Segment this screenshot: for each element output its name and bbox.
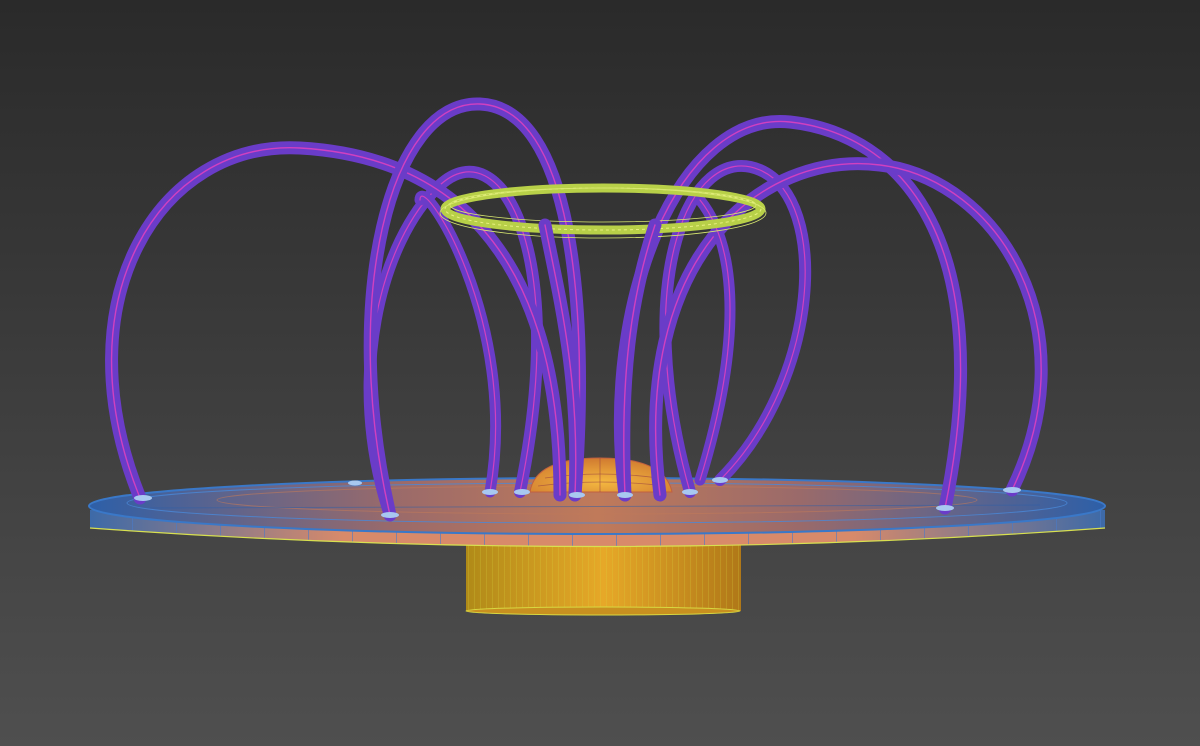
3d-viewport[interactable]: [0, 0, 1200, 746]
viewport-background: [0, 0, 1200, 746]
base-pedestal[interactable]: [465, 545, 741, 616]
scene-canvas[interactable]: [0, 0, 1200, 746]
